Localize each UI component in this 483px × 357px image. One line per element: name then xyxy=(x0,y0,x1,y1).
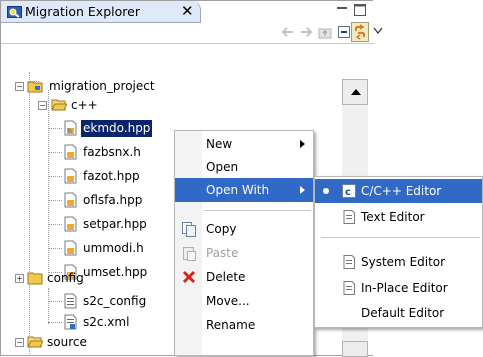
header-file-icon: h xyxy=(64,120,77,136)
tree-item-label: umset.hpp xyxy=(83,265,148,279)
tree-item-label: c++ xyxy=(71,98,98,112)
tree-guide xyxy=(48,200,62,201)
collapse-toggle[interactable]: − xyxy=(38,101,47,110)
tree-item-label: s2c.xml xyxy=(83,315,130,329)
menu-item-open-with[interactable]: Open With xyxy=(175,178,313,202)
folder-icon xyxy=(27,272,43,285)
copy-icon xyxy=(182,222,196,237)
tree-item-label: setpar.hpp xyxy=(83,217,147,231)
menu-item-label: New xyxy=(206,137,233,151)
svg-text:c: c xyxy=(345,187,351,198)
header-file-icon xyxy=(64,144,77,160)
open-folder-icon xyxy=(51,99,67,111)
tree-item-label: ekmdo.hpp xyxy=(81,120,153,137)
tree-item-label: fazbsnx.h xyxy=(83,145,141,159)
tree-item-label: config xyxy=(47,271,84,285)
tree-item-label: s2c_config xyxy=(83,294,147,308)
menu-separator xyxy=(321,237,480,238)
explorer-view-icon xyxy=(7,5,22,22)
menu-item-paste[interactable]: Paste xyxy=(175,241,313,265)
menu-item-c-cpp-editor[interactable]: c C/C++ Editor xyxy=(315,179,482,203)
tree-guide xyxy=(48,224,62,225)
menu-item-label: Open xyxy=(206,160,239,174)
tree-item-label: oflsfa.hpp xyxy=(83,193,143,207)
tree-item-label: source xyxy=(47,335,87,349)
tab-migration-explorer[interactable]: Migration Explorer ✕ xyxy=(1,1,201,23)
tree-item-label: migration_project xyxy=(49,79,155,93)
xml-file-icon xyxy=(64,314,77,330)
link-with-editor-button[interactable] xyxy=(351,22,369,42)
in-place-editor-icon xyxy=(343,281,355,295)
menu-item-new[interactable]: New xyxy=(175,132,313,156)
menu-item-move[interactable]: Move... xyxy=(175,289,313,313)
menu-item-label: Open With xyxy=(206,183,270,197)
tree-guide xyxy=(29,72,30,354)
paste-icon xyxy=(183,247,196,261)
header-file-icon xyxy=(64,240,77,256)
close-icon[interactable]: ✕ xyxy=(181,2,194,20)
svg-text:h: h xyxy=(68,128,72,135)
submenu-arrow-icon xyxy=(300,186,305,194)
collapse-toggle[interactable]: − xyxy=(15,338,24,347)
menu-item-label: Text Editor xyxy=(361,210,425,224)
header-file-icon xyxy=(64,192,77,208)
c-editor-icon: c xyxy=(342,184,356,198)
view-menu-icon[interactable] xyxy=(373,26,383,36)
view-header: Migration Explorer ✕ xyxy=(1,1,383,44)
menu-item-label: Default Editor xyxy=(361,306,445,320)
tree-item-label: fazot.hpp xyxy=(83,169,140,183)
tree-guide xyxy=(48,176,62,177)
minimize-icon[interactable] xyxy=(335,2,349,16)
menu-item-label: Delete xyxy=(206,270,246,284)
expand-toggle[interactable]: + xyxy=(15,274,24,283)
link-with-editor-icon xyxy=(355,24,365,40)
menu-item-label: Paste xyxy=(206,246,239,260)
tree-item-label: ummodi.h xyxy=(83,241,144,255)
submenu-arrow-icon xyxy=(300,140,305,148)
radio-check-icon xyxy=(323,188,329,194)
system-editor-icon xyxy=(343,255,355,269)
scroll-up-button[interactable] xyxy=(342,79,368,105)
menu-separator xyxy=(204,210,311,211)
open-with-submenu: c C/C++ Editor Text Editor System Editor… xyxy=(314,176,483,328)
menu-item-rename[interactable]: Rename xyxy=(175,313,313,337)
menu-item-text-editor[interactable]: Text Editor xyxy=(315,205,482,229)
text-editor-icon xyxy=(343,210,355,224)
tree-guide xyxy=(48,248,62,249)
maximize-icon[interactable] xyxy=(354,4,366,16)
forward-arrow-icon[interactable] xyxy=(299,23,313,41)
menu-item-label: C/C++ Editor xyxy=(361,184,442,198)
menu-item-in-place-editor[interactable]: In-Place Editor xyxy=(315,276,482,300)
tree-guide xyxy=(48,152,62,153)
view-title: Migration Explorer xyxy=(25,4,140,19)
header-file-icon xyxy=(64,168,77,184)
collapse-toggle[interactable]: − xyxy=(15,82,24,91)
menu-item-delete[interactable]: Delete xyxy=(175,265,313,289)
scroll-down-button[interactable] xyxy=(342,341,368,357)
menu-item-default-editor[interactable]: Default Editor xyxy=(315,301,482,325)
collapse-all-icon[interactable] xyxy=(337,23,351,41)
menu-item-label: In-Place Editor xyxy=(361,281,448,295)
menu-item-label: System Editor xyxy=(361,255,446,269)
tree-guide xyxy=(48,322,62,323)
project-folder-icon xyxy=(27,81,43,93)
menu-item-copy[interactable]: Copy xyxy=(175,217,313,241)
menu-item-system-editor[interactable]: System Editor xyxy=(315,250,482,274)
config-file-icon xyxy=(64,293,77,309)
up-folder-icon[interactable] xyxy=(317,23,333,41)
menu-item-label: Move... xyxy=(206,294,250,308)
header-file-icon xyxy=(64,216,77,232)
tree-guide xyxy=(48,128,62,129)
open-folder-icon xyxy=(27,336,43,348)
menu-item-label: Rename xyxy=(206,318,256,332)
menu-item-open[interactable]: Open xyxy=(175,155,313,179)
back-arrow-icon[interactable] xyxy=(281,23,295,41)
tree-guide xyxy=(48,288,49,324)
context-menu: New Open Open With Copy Paste Delete Mov… xyxy=(174,130,314,356)
menu-item-label: Copy xyxy=(206,222,237,236)
tree-guide xyxy=(48,301,62,302)
delete-icon xyxy=(182,270,196,284)
